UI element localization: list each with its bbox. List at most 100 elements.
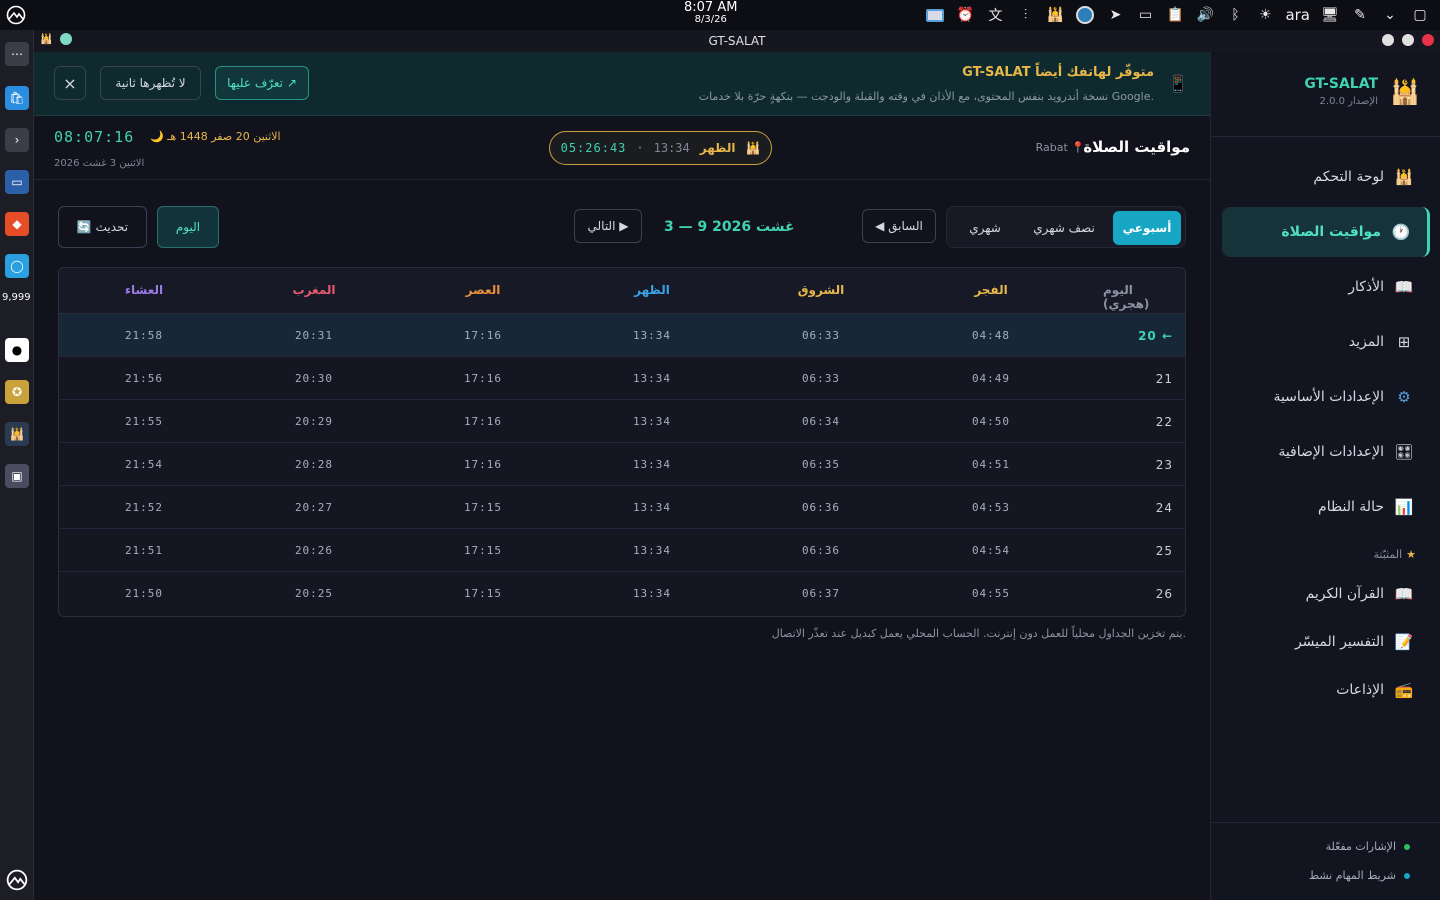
mixer-icon[interactable]: ⫶ <box>1015 5 1035 25</box>
pen-icon[interactable]: ✎ <box>1350 5 1370 25</box>
dhuhr-cell: 13:34 <box>632 544 672 557</box>
status-notifications: الإشارات مفعّلة <box>1326 840 1410 853</box>
main-content: 📱 GT-SALAT متوفّر لهاتفك أيضاً نسخة أندر… <box>34 52 1210 900</box>
city-label: Rabat 📍 <box>1035 141 1085 154</box>
sidebar-item-label: الإعدادات الأساسية <box>1273 389 1384 405</box>
dont-show-again-button[interactable]: لا تُظهرها ثانية <box>100 66 201 100</box>
close-banner-button[interactable]: × <box>54 66 86 100</box>
maghrib-cell: 20:31 <box>294 329 334 342</box>
dock-github-icon[interactable]: ● <box>5 338 29 362</box>
asr-cell: 17:15 <box>463 544 503 557</box>
clipboard-icon[interactable]: 📋 <box>1165 5 1185 25</box>
tab-monthly[interactable]: شهري <box>951 211 1019 245</box>
window-titlebar: 🕌 GT-SALAT <box>34 30 1440 52</box>
table-row: 25 04:54 06:36 13:34 17:15 20:26 21:51 <box>59 529 1185 572</box>
dock-brave-icon[interactable]: ◆ <box>5 212 29 236</box>
display-icon[interactable]: 🖥 <box>1320 5 1340 25</box>
memo-icon: 📝 <box>1394 633 1414 651</box>
date-range: 3 — 9 غشت 2026 <box>664 219 795 235</box>
sidebar-item-tafsir[interactable]: التفسير الميسّر 📝 <box>1222 618 1430 666</box>
system-tray: ⏰ 文 ⫶ 🕌 ➤ ▭ 📋 🔊 ᛒ ☀ ara 🖥 ✎ ⌄ ▢ <box>925 4 1430 26</box>
next-prayer-countdown: 05:26:43 <box>560 141 627 155</box>
isha-cell: 21:51 <box>124 544 164 557</box>
column-header: الشروق <box>797 283 845 297</box>
sidebar-item-system-status[interactable]: حالة النظام 📊 <box>1222 482 1430 532</box>
maghrib-cell: 20:30 <box>294 372 334 385</box>
next-button[interactable]: التالي ▶ <box>574 209 642 243</box>
view-tabs: أسبوعي نصف شهري شهري <box>946 206 1186 248</box>
dock-browser-icon[interactable]: ◯ <box>5 254 29 278</box>
asr-cell: 17:15 <box>463 587 503 600</box>
sidebar-item-quran[interactable]: القرآن الكريم 📖 <box>1222 570 1430 618</box>
dhuhr-cell: 13:34 <box>632 415 672 428</box>
system-date: 8/3/26 <box>694 14 727 25</box>
dock-app-1-icon[interactable]: ⋯ <box>5 42 29 66</box>
dock-game-icon[interactable]: ✪ <box>5 380 29 404</box>
keyboard-layout[interactable]: ara <box>1285 5 1310 25</box>
dock-terminal-icon[interactable]: › <box>5 128 29 152</box>
radio-icon: 📻 <box>1394 681 1414 699</box>
table-header: اليوم (هجري) الفجر الشروق الظهر العصر ال… <box>59 268 1185 314</box>
dock-launcher-icon[interactable] <box>5 868 29 892</box>
mosque-tray-icon[interactable]: 🕌 <box>1045 5 1065 25</box>
system-top-bar: 8:07 AM 8/3/26 ⏰ 文 ⫶ 🕌 ➤ ▭ 📋 🔊 ᛒ ☀ ara 🖥… <box>0 0 1440 30</box>
alarm-icon[interactable]: ⏰ <box>955 5 975 25</box>
maghrib-cell: 20:27 <box>294 501 334 514</box>
tab-weekly[interactable]: أسبوعي <box>1113 211 1181 245</box>
translate-icon[interactable]: 文 <box>985 5 1005 25</box>
chart-icon: 📊 <box>1394 498 1414 516</box>
previous-button[interactable]: ◀ السابق <box>862 209 936 243</box>
column-header: العشاء <box>124 283 164 297</box>
sunrise-cell: 06:37 <box>801 587 841 600</box>
sidebar-item-prayer-times[interactable]: مواقيت الصلاة 🕐 <box>1222 207 1430 257</box>
browser-tray-icon[interactable] <box>1075 5 1095 25</box>
refresh-button[interactable]: 🔄 تحديث <box>58 206 147 248</box>
today-button[interactable]: اليوم <box>157 206 219 248</box>
table-row-today: 20 ← 04:48 06:33 13:34 17:16 20:31 21:58 <box>59 314 1185 357</box>
sidebar-item-radio[interactable]: الإذاعات 📻 <box>1222 666 1430 714</box>
page-title: مواقيت الصلاة <box>1083 138 1190 156</box>
day-cell: 21 <box>1155 372 1173 386</box>
dock-recorder-icon[interactable]: ▣ <box>5 464 29 488</box>
isha-cell: 21:55 <box>124 415 164 428</box>
clock-icon: 🕐 <box>1391 223 1411 241</box>
mosque-icon: 🕌 <box>745 141 761 155</box>
sunrise-cell: 06:36 <box>801 501 841 514</box>
sidebar-item-dashboard[interactable]: لوحة التحكم 🕌 <box>1222 152 1430 202</box>
system-clock[interactable]: 8:07 AM 8/3/26 <box>684 1 737 26</box>
minimize-button[interactable] <box>1382 34 1394 46</box>
sidebar-item-label: المزيد <box>1348 334 1384 350</box>
telegram-icon[interactable]: ➤ <box>1105 5 1125 25</box>
hijri-date: 🌙 الاثنين 20 صفر 1448 هـ <box>150 130 281 143</box>
titlebar-icons: 🕌 <box>40 33 73 45</box>
dock-store-icon[interactable]: 🛍 <box>5 86 29 110</box>
maximize-button[interactable] <box>1402 34 1414 46</box>
offline-note: يتم تخزين الجداول محلياً للعمل دون إنترن… <box>771 627 1186 640</box>
column-header: اليوم (هجري) <box>1103 283 1150 311</box>
tab-half-monthly[interactable]: نصف شهري <box>1021 211 1107 245</box>
sidebar-item-label: حالة النظام <box>1318 499 1384 515</box>
bluetooth-icon[interactable]: ᛒ <box>1225 5 1245 25</box>
distro-logo-icon[interactable] <box>6 5 26 25</box>
sidebar-item-more[interactable]: المزيد ⊞ <box>1222 317 1430 367</box>
next-prayer-pill: 05:26:43 · 13:34 الظهر 🕌 <box>549 131 772 165</box>
sidebar-item-adhkar[interactable]: الأذكار 📖 <box>1222 262 1430 312</box>
pin-icon[interactable] <box>60 33 73 45</box>
chevron-down-icon[interactable]: ⌄ <box>1380 5 1400 25</box>
brightness-icon[interactable]: ☀ <box>1255 5 1275 25</box>
volume-icon[interactable]: 🔊 <box>1195 5 1215 25</box>
sidebar-item-basic-settings[interactable]: الإعدادات الأساسية ⚙ <box>1222 372 1430 422</box>
isha-cell: 21:52 <box>124 501 164 514</box>
dock-gtsalat-icon[interactable]: 🕌 <box>5 422 29 446</box>
dock-files-icon[interactable]: ▭ <box>5 170 29 194</box>
terminal-icon[interactable]: ▭ <box>1135 5 1155 25</box>
favorites-header: المثبّتة ★ <box>1374 548 1417 561</box>
screen-recorder-icon[interactable] <box>925 5 945 25</box>
isha-cell: 21:50 <box>124 587 164 600</box>
close-window-button[interactable] <box>1422 34 1434 46</box>
asr-cell: 17:16 <box>463 329 503 342</box>
sidebar-item-extra-settings[interactable]: الإعدادات الإضافية 🎛 <box>1222 427 1430 477</box>
learn-more-button[interactable]: تعرّف عليها ↗ <box>215 66 309 100</box>
show-desktop-icon[interactable]: ▢ <box>1410 5 1430 25</box>
window-title: GT-SALAT <box>708 34 766 48</box>
